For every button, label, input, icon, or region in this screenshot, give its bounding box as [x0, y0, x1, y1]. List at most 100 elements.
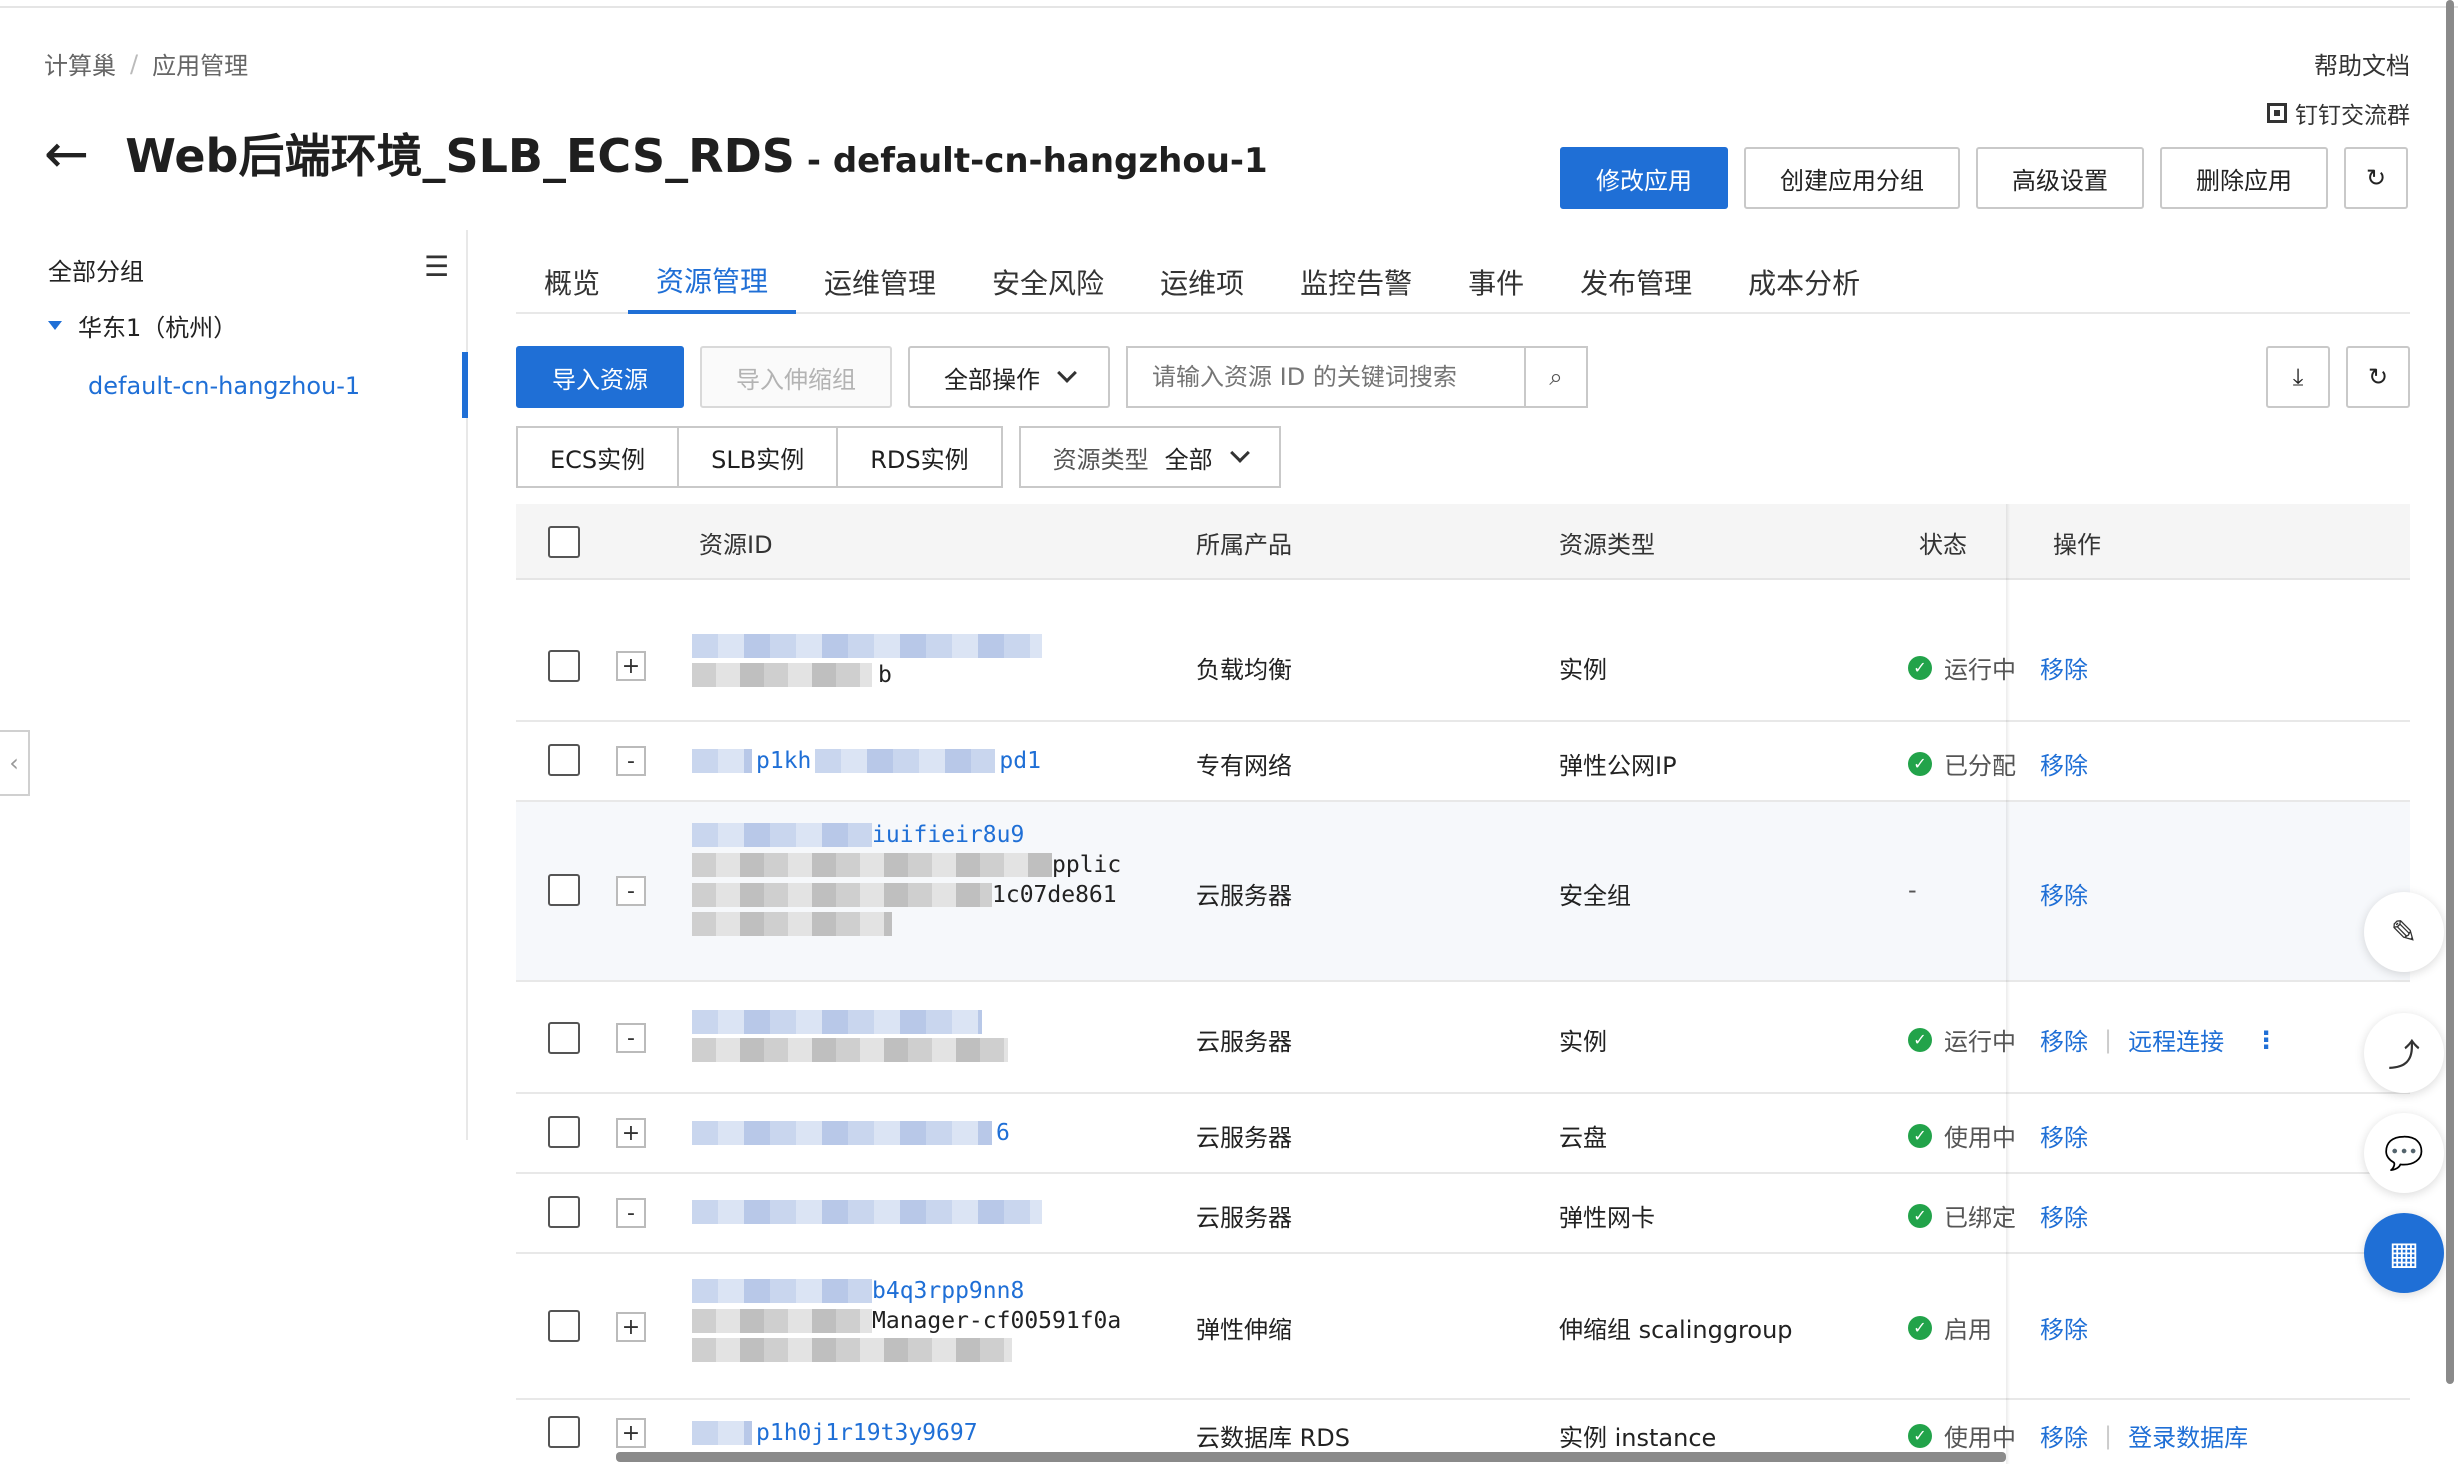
modify-app-button[interactable]: 修改应用 [1560, 147, 1728, 209]
remote-connect-link[interactable]: 远程连接 [2128, 1022, 2224, 1057]
tab-overview[interactable]: 概览 [516, 250, 628, 314]
sidebar-group[interactable]: 华东1（杭州） [48, 308, 237, 343]
expand-row-icon[interactable]: - [616, 1198, 646, 1228]
tab-release-management[interactable]: 发布管理 [1552, 250, 1720, 314]
resource-id[interactable]: p1kh pd1 [692, 748, 1041, 774]
create-app-group-button[interactable]: 创建应用分组 [1744, 147, 1960, 209]
resource-id[interactable]: iuifieir8u9 pplic 1c07de861 [692, 822, 1121, 936]
apps-icon[interactable]: ▦ [2364, 1213, 2444, 1293]
redacted-name [692, 1038, 1008, 1062]
more-actions-icon[interactable]: ⋮ [2254, 1026, 2278, 1054]
resource-type: 安全组 [1559, 882, 1631, 910]
status: ✓ 运行中 [1908, 1022, 2016, 1057]
group-sidebar: 全部分组 ☰ 华东1（杭州） default-cn-hangzhou-1 [0, 230, 468, 1140]
chevron-down-icon [1057, 363, 1077, 383]
breadcrumb-current[interactable]: 应用管理 [152, 46, 248, 81]
expand-row-icon[interactable]: - [616, 746, 646, 776]
resource-type-dropdown[interactable]: 资源类型 全部 [1018, 426, 1281, 488]
import-resource-button[interactable]: 导入资源 [516, 346, 684, 408]
resource-id[interactable] [692, 1010, 1008, 1062]
tab-security-risk[interactable]: 安全风险 [964, 250, 1132, 314]
tab-events[interactable]: 事件 [1440, 250, 1552, 314]
row-checkbox[interactable] [548, 1116, 580, 1148]
select-all-checkbox[interactable] [548, 504, 580, 580]
refresh-icon[interactable]: ↻ [2344, 147, 2408, 209]
row-checkbox[interactable] [548, 1310, 580, 1342]
remove-link[interactable]: 移除 [2040, 1022, 2088, 1057]
redacted-id [692, 1421, 752, 1445]
collapse-sidebar-icon[interactable]: ☰ [424, 250, 449, 283]
help-docs-link[interactable]: 帮助文档 [2314, 46, 2410, 81]
filter-ecs[interactable]: ECS实例 [518, 428, 680, 486]
status: ✓ 启用 [1908, 1310, 1992, 1345]
expand-caret-icon[interactable] [48, 321, 62, 330]
table-row: - iuifieir8u9 pplic 1c07de861 云服务器 安全组 -… [516, 802, 2410, 982]
resource-id[interactable] [692, 1200, 1042, 1224]
sidebar-title: 全部分组 [48, 258, 144, 286]
resource-id[interactable]: 6 [692, 1120, 1010, 1146]
row-checkbox[interactable] [548, 650, 580, 682]
expand-row-icon[interactable]: + [616, 1312, 646, 1342]
row-checkbox[interactable] [548, 1022, 580, 1054]
remove-link[interactable]: 移除 [2040, 1418, 2088, 1453]
breadcrumb-root[interactable]: 计算巢 [44, 46, 116, 81]
delete-app-button[interactable]: 删除应用 [2160, 147, 2328, 209]
filter-slb[interactable]: SLB实例 [679, 428, 839, 486]
tab-cost-analysis[interactable]: 成本分析 [1720, 250, 1888, 314]
header-actions: 修改应用 创建应用分组 高级设置 删除应用 ↻ [1560, 147, 2408, 209]
resource-type: 弹性公网IP [1559, 752, 1677, 780]
remove-link[interactable]: 移除 [2040, 1118, 2088, 1153]
table-row: - 云服务器 弹性网卡 ✓ 已绑定 移除 [516, 1174, 2410, 1254]
expand-row-icon[interactable]: + [616, 1118, 646, 1148]
resource-id[interactable]: p1h0j1r19t3y9697 [692, 1420, 978, 1446]
all-operations-label: 全部操作 [944, 365, 1040, 394]
expand-row-icon[interactable]: + [616, 1418, 646, 1448]
tab-ops-items[interactable]: 运维项 [1132, 250, 1272, 314]
header-operations: 操作 [2053, 530, 2101, 559]
remove-link[interactable]: 移除 [2040, 876, 2088, 911]
status: ✓ 使用中 [1908, 1418, 2016, 1453]
advanced-settings-button[interactable]: 高级设置 [1976, 147, 2144, 209]
tab-resource-management[interactable]: 资源管理 [628, 250, 797, 314]
share-icon[interactable]: ⤴ [2364, 1013, 2444, 1093]
remove-link[interactable]: 移除 [2040, 746, 2088, 781]
import-scaling-group-button[interactable]: 导入伸缩组 [700, 346, 892, 408]
resource-id[interactable]: b4q3rpp9nn8 Manager-cf00591f0a [692, 1278, 1121, 1362]
remove-link[interactable]: 移除 [2040, 650, 2088, 685]
back-arrow-icon[interactable]: ← [44, 127, 89, 181]
all-operations-dropdown[interactable]: 全部操作 [908, 346, 1110, 408]
remove-link[interactable]: 移除 [2040, 1198, 2088, 1233]
edit-icon[interactable]: ✎ [2364, 892, 2444, 972]
tab-ops-management[interactable]: 运维管理 [796, 250, 964, 314]
expand-row-icon[interactable]: - [616, 1023, 646, 1053]
remove-link[interactable]: 移除 [2040, 1310, 2088, 1345]
search-input[interactable] [1128, 348, 1524, 406]
login-database-link[interactable]: 登录数据库 [2128, 1418, 2248, 1453]
download-icon[interactable]: ⤓ [2266, 346, 2330, 408]
row-checkbox[interactable] [548, 744, 580, 776]
product: 云服务器 [1196, 1028, 1292, 1056]
redacted-id [692, 1121, 992, 1145]
page-header: ← Web后端环境_SLB_ECS_RDS - default-cn-hangz… [44, 120, 1268, 186]
resource-id-suffix: p1h0j1r19t3y9697 [756, 1420, 978, 1446]
dingtalk-group-link[interactable]: 钉钉交流群 [2267, 96, 2410, 130]
resource-id[interactable]: b [692, 634, 1042, 688]
sidebar-item-default[interactable]: default-cn-hangzhou-1 [88, 372, 360, 400]
resource-type: 伸缩组 scalinggroup [1559, 1316, 1793, 1344]
expand-row-icon[interactable]: - [616, 876, 646, 906]
feedback-icon[interactable]: 💬 [2364, 1113, 2444, 1193]
horizontal-scrollbar[interactable] [616, 1452, 2006, 1462]
refresh-table-icon[interactable]: ↻ [2346, 346, 2410, 408]
divider: | [2104, 1025, 2113, 1054]
row-checkbox[interactable] [548, 874, 580, 906]
row-checkbox[interactable] [548, 1196, 580, 1228]
chevron-down-icon [1229, 443, 1250, 463]
table-row: + 6 云服务器 云盘 ✓ 使用中 移除 [516, 1094, 2410, 1174]
vertical-scrollbar[interactable] [2444, 0, 2456, 1390]
filter-rds[interactable]: RDS实例 [838, 428, 1000, 486]
search-icon[interactable]: ⌕ [1524, 348, 1586, 406]
tab-monitoring-alerts[interactable]: 监控告警 [1272, 250, 1440, 314]
expand-row-icon[interactable]: + [616, 651, 646, 681]
row-checkbox[interactable] [548, 1416, 580, 1448]
expand-panel-icon[interactable]: ‹ [0, 730, 30, 796]
